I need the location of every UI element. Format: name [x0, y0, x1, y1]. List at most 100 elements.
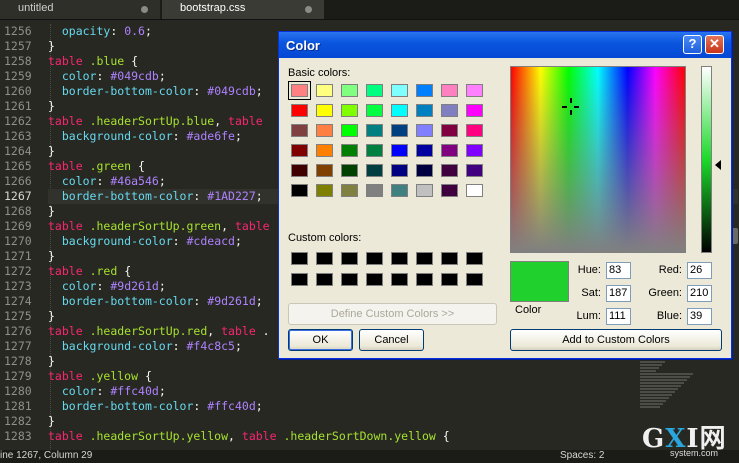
basic-color-swatch[interactable] — [288, 81, 311, 100]
minimap-line — [640, 397, 669, 399]
ok-button[interactable]: OK — [288, 329, 353, 351]
basic-color-swatch[interactable] — [391, 184, 408, 197]
basic-color-swatch[interactable] — [316, 184, 333, 197]
define-custom-colors-button[interactable]: Define Custom Colors >> — [288, 303, 497, 325]
line-number: 1270 — [4, 234, 32, 248]
line-number: 1264 — [4, 144, 32, 158]
sat-field[interactable]: 187 — [606, 285, 631, 302]
custom-color-swatch[interactable] — [416, 273, 433, 286]
custom-color-swatch[interactable] — [341, 252, 358, 265]
custom-color-swatch[interactable] — [416, 252, 433, 265]
basic-color-swatch[interactable] — [391, 104, 408, 117]
line-number-gutter: 1256 1257 1258 1259 1260 1261 1262 1263 1264 1265… — [0, 24, 48, 450]
basic-color-swatch[interactable] — [416, 124, 433, 137]
basic-color-swatch[interactable] — [316, 84, 333, 97]
custom-color-swatch[interactable] — [291, 252, 308, 265]
custom-color-swatch[interactable] — [291, 273, 308, 286]
line-number: 1262 — [4, 114, 32, 128]
basic-color-swatch[interactable] — [416, 164, 433, 177]
blue-field[interactable]: 39 — [687, 308, 712, 325]
basic-color-swatch[interactable] — [416, 84, 433, 97]
line-number: 1282 — [4, 414, 32, 428]
basic-color-swatch[interactable] — [341, 184, 358, 197]
basic-color-swatch[interactable] — [341, 84, 358, 97]
custom-color-swatch[interactable] — [366, 252, 383, 265]
basic-color-swatch[interactable] — [466, 124, 483, 137]
basic-color-swatch[interactable] — [416, 184, 433, 197]
basic-color-swatch[interactable] — [441, 164, 458, 177]
basic-color-swatch[interactable] — [291, 184, 308, 197]
basic-color-swatch[interactable] — [291, 144, 308, 157]
scrollbar-thumb[interactable] — [732, 228, 738, 244]
basic-color-swatch[interactable] — [416, 144, 433, 157]
custom-color-swatch[interactable] — [366, 273, 383, 286]
basic-color-swatch[interactable] — [341, 164, 358, 177]
custom-color-swatch[interactable] — [441, 252, 458, 265]
help-button[interactable]: ? — [683, 35, 702, 54]
basic-color-swatch[interactable] — [466, 164, 483, 177]
custom-color-swatch[interactable] — [316, 273, 333, 286]
basic-color-swatch[interactable] — [441, 104, 458, 117]
line-number: 1267 — [4, 189, 32, 203]
tab-close-dot-icon[interactable] — [305, 6, 312, 13]
basic-color-swatch[interactable] — [466, 144, 483, 157]
basic-color-swatch[interactable] — [291, 164, 308, 177]
basic-color-swatch[interactable] — [441, 144, 458, 157]
basic-color-swatch[interactable] — [366, 104, 383, 117]
custom-color-swatch[interactable] — [391, 273, 408, 286]
line-number: 1260 — [4, 84, 32, 98]
custom-color-swatch[interactable] — [466, 273, 483, 286]
basic-color-swatch[interactable] — [441, 184, 458, 197]
custom-color-swatch[interactable] — [441, 273, 458, 286]
basic-color-swatch[interactable] — [366, 144, 383, 157]
green-field[interactable]: 210 — [687, 285, 712, 302]
basic-color-swatch[interactable] — [341, 124, 358, 137]
custom-color-swatch[interactable] — [466, 252, 483, 265]
minimap-line — [640, 388, 678, 390]
line-number: 1261 — [4, 99, 32, 113]
basic-color-swatch[interactable] — [316, 144, 333, 157]
basic-color-swatch[interactable] — [291, 124, 308, 137]
hue-field[interactable]: 83 — [606, 262, 631, 279]
basic-color-swatch[interactable] — [316, 124, 333, 137]
luminosity-bar[interactable] — [701, 66, 712, 253]
custom-color-swatch[interactable] — [316, 252, 333, 265]
basic-color-swatch[interactable] — [291, 104, 308, 117]
basic-color-swatch[interactable] — [441, 84, 458, 97]
basic-color-swatch[interactable] — [341, 144, 358, 157]
basic-color-swatch[interactable] — [441, 124, 458, 137]
basic-color-swatch[interactable] — [366, 84, 383, 97]
red-field[interactable]: 26 — [687, 262, 712, 279]
add-to-custom-colors-button[interactable]: Add to Custom Colors — [510, 329, 722, 351]
basic-color-swatch[interactable] — [391, 144, 408, 157]
basic-color-swatch[interactable] — [316, 164, 333, 177]
basic-color-swatch[interactable] — [366, 164, 383, 177]
color-spectrum[interactable] — [510, 66, 686, 253]
basic-color-swatch[interactable] — [466, 84, 483, 97]
line-number: 1256 — [4, 24, 32, 38]
cancel-button[interactable]: Cancel — [359, 329, 424, 351]
minimap-line — [640, 379, 687, 381]
basic-color-swatch[interactable] — [466, 184, 483, 197]
basic-color-swatch[interactable] — [391, 164, 408, 177]
basic-color-swatch[interactable] — [416, 104, 433, 117]
line-number: 1278 — [4, 354, 32, 368]
indentation-setting[interactable]: Spaces: 2 — [560, 450, 604, 461]
basic-color-swatch[interactable] — [341, 104, 358, 117]
basic-color-swatch[interactable] — [316, 104, 333, 117]
basic-color-swatch[interactable] — [366, 184, 383, 197]
basic-color-swatch[interactable] — [391, 124, 408, 137]
tab-close-dot-icon[interactable] — [141, 6, 148, 13]
close-button[interactable]: ✕ — [705, 35, 724, 54]
dialog-title-bar[interactable]: Color ? ✕ — [279, 32, 731, 58]
luminosity-arrow-icon[interactable] — [715, 160, 721, 170]
minimap-line — [640, 403, 663, 405]
basic-color-swatch[interactable] — [366, 124, 383, 137]
custom-color-swatch[interactable] — [391, 252, 408, 265]
tab-bootstrap-css[interactable]: bootstrap.css — [162, 0, 324, 19]
custom-color-swatch[interactable] — [341, 273, 358, 286]
basic-color-swatch[interactable] — [391, 84, 408, 97]
lum-field[interactable]: 111 — [606, 308, 631, 325]
basic-color-swatch[interactable] — [466, 104, 483, 117]
tab-untitled[interactable]: untitled — [0, 0, 160, 19]
